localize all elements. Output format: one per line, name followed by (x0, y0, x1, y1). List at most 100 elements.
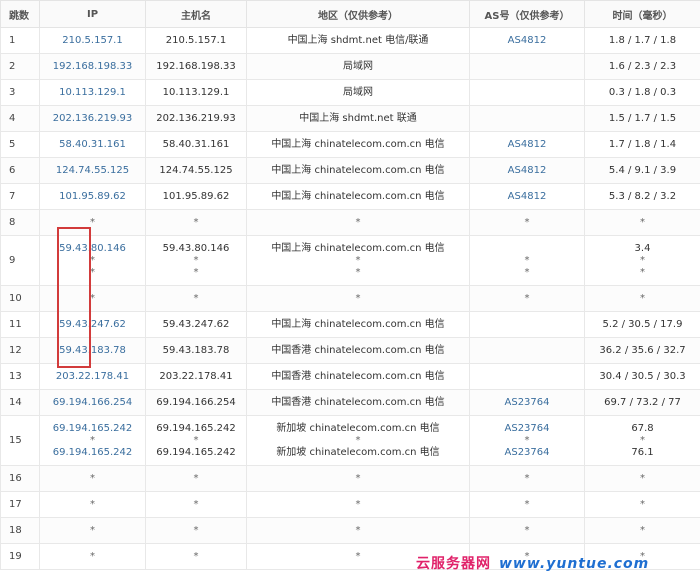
header-ip[interactable]: IP (39, 0, 146, 28)
location-cell-line: 中国上海 chinatelecom.com.cn 电信 (271, 190, 445, 202)
header-as[interactable]: AS号（仅供参考） (469, 0, 585, 28)
as-cell-line[interactable]: AS4812 (470, 139, 584, 151)
host-cell: 202.136.219.93 (145, 105, 247, 132)
ip-cell-line[interactable]: 101.95.89.62 (40, 191, 145, 203)
location-cell: 新加坡 chinatelecom.com.cn 电信 * 新加坡 chinatele… (246, 415, 470, 466)
hop-cell: 9 (0, 235, 40, 286)
time-cell: 69.7 / 73.2 / 77 (584, 389, 700, 416)
header-time[interactable]: 时间（毫秒） (584, 0, 700, 28)
ip-cell-line[interactable]: 58.40.31.161 (40, 139, 145, 151)
hop-cell: 8 (0, 209, 40, 236)
ip-cell-line[interactable]: 69.194.165.242 (40, 447, 145, 459)
location-cell-line: * (355, 254, 361, 266)
ip-cell: 58.40.31.161 (39, 131, 146, 158)
ip-cell-line[interactable]: 59.43.247.62 (40, 319, 145, 331)
header-location[interactable]: 地区（仅供参考） (246, 0, 470, 28)
as-cell-line (470, 243, 584, 255)
as-cell: * (469, 491, 585, 518)
ip-cell-line: * (90, 216, 95, 228)
hop-cell: 7 (0, 183, 40, 210)
ip-cell-line[interactable]: 202.136.219.93 (40, 113, 145, 125)
as-cell: * (469, 517, 585, 544)
host-cell: 124.74.55.125 (145, 157, 247, 184)
hop-cell: 18 (0, 517, 40, 544)
table-row: 1 210.5.157.1 210.5.157.1 中国上海 shdmt.net 电信… (0, 27, 700, 54)
as-cell: * * (469, 235, 585, 286)
as-cell: AS23764 (469, 389, 585, 416)
ip-cell-line: * (90, 254, 95, 266)
hop-cell: 11 (0, 311, 40, 338)
ip-cell: 210.5.157.1 (39, 27, 146, 54)
location-cell: 中国香港 chinatelecom.com.cn 电信 (246, 389, 470, 416)
time-cell: 67.8 * 76.1 (584, 415, 700, 466)
ip-cell-line[interactable]: 69.194.165.242 (40, 423, 145, 435)
time-cell: 1.6 / 2.3 / 2.3 (584, 53, 700, 80)
time-cell-line: 30.4 / 30.5 / 30.3 (599, 370, 686, 382)
host-cell: 10.113.129.1 (145, 79, 247, 106)
host-cell-line: 10.113.129.1 (162, 86, 230, 98)
location-cell-line: 中国上海 chinatelecom.com.cn 电信 (271, 164, 445, 176)
location-cell: * (246, 209, 470, 236)
hop-cell: 15 (0, 415, 40, 466)
ip-cell: 203.22.178.41 (39, 363, 146, 390)
ip-cell-line[interactable]: 124.74.55.125 (40, 165, 145, 177)
time-cell-line: * (640, 266, 645, 278)
header-host[interactable]: 主机名 (145, 0, 247, 28)
as-cell-line[interactable]: AS4812 (470, 35, 584, 47)
ip-cell-line[interactable]: 59.43.183.78 (40, 345, 145, 357)
as-cell-line: * (524, 266, 530, 278)
host-cell-line: 203.22.178.41 (159, 370, 233, 382)
host-cell-line: 202.136.219.93 (156, 112, 236, 124)
location-cell: 中国上海 chinatelecom.com.cn 电信 (246, 157, 470, 184)
as-cell-line (470, 87, 584, 99)
as-cell-line[interactable]: AS23764 (470, 447, 584, 459)
time-cell-line: 5.3 / 8.2 / 3.2 (608, 190, 677, 202)
time-cell-line: * (640, 524, 645, 536)
as-cell-line: * (524, 472, 530, 484)
as-cell-line[interactable]: AS23764 (470, 423, 584, 435)
as-cell: AS23764 * AS23764 (469, 415, 585, 466)
ip-cell: 124.74.55.125 (39, 157, 146, 184)
location-cell: 中国香港 chinatelecom.com.cn 电信 (246, 337, 470, 364)
time-cell: * (584, 209, 700, 236)
location-cell: 局域网 (246, 79, 470, 106)
ip-cell-line[interactable]: 203.22.178.41 (40, 371, 145, 383)
ip-cell-line[interactable]: 192.168.198.33 (40, 61, 145, 73)
header-hop[interactable]: 跳数 (0, 0, 40, 28)
ip-cell: * (39, 209, 146, 236)
ip-cell-line[interactable]: 210.5.157.1 (40, 35, 145, 47)
host-cell: * (145, 285, 247, 312)
table-row: 5 58.40.31.161 58.40.31.161 中国上海 chinatelec… (0, 131, 700, 158)
host-cell-line: * (193, 254, 199, 266)
time-cell-line: 1.6 / 2.3 / 2.3 (608, 60, 677, 72)
as-cell-line[interactable]: AS23764 (470, 397, 584, 409)
as-cell-line: * (524, 434, 530, 446)
as-cell-line (470, 61, 584, 73)
ip-cell: 69.194.166.254 (39, 389, 146, 416)
table-row: 14 69.194.166.254 69.194.166.254 中国香港 china… (0, 389, 700, 416)
as-cell-line (470, 319, 584, 331)
time-cell-line: 36.2 / 35.6 / 32.7 (599, 344, 686, 356)
host-cell-line: 58.40.31.161 (162, 138, 230, 150)
time-cell: 36.2 / 35.6 / 32.7 (584, 337, 700, 364)
location-cell: 中国上海 chinatelecom.com.cn 电信 (246, 183, 470, 210)
as-cell-line[interactable]: AS4812 (470, 165, 584, 177)
table-row: 7 101.95.89.62 101.95.89.62 中国上海 chinatelec… (0, 183, 700, 210)
hop-cell: 4 (0, 105, 40, 132)
host-cell-line: * (193, 498, 199, 510)
table-header-row: 跳数 IP 主机名 地区（仅供参考） AS号（仅供参考） 时间（毫秒） (0, 0, 700, 28)
location-cell-line: * (355, 524, 361, 536)
time-cell-line: * (640, 216, 645, 228)
ip-cell-line[interactable]: 69.194.166.254 (40, 397, 145, 409)
host-cell: 69.194.166.254 (145, 389, 247, 416)
location-cell-line: 中国上海 chinatelecom.com.cn 电信 (271, 318, 445, 330)
ip-cell-line: * (90, 292, 95, 304)
as-cell-line[interactable]: AS4812 (470, 191, 584, 203)
location-cell-line: 中国上海 shdmt.net 联通 (299, 112, 417, 124)
ip-cell-line[interactable]: 10.113.129.1 (40, 87, 145, 99)
host-cell: 59.43.183.78 (145, 337, 247, 364)
location-cell-line: 中国上海 chinatelecom.com.cn 电信 (271, 242, 445, 254)
time-cell: * (584, 517, 700, 544)
ip-cell-line[interactable]: 59.43.80.146 (40, 243, 145, 255)
ip-cell-line: * (90, 434, 95, 446)
